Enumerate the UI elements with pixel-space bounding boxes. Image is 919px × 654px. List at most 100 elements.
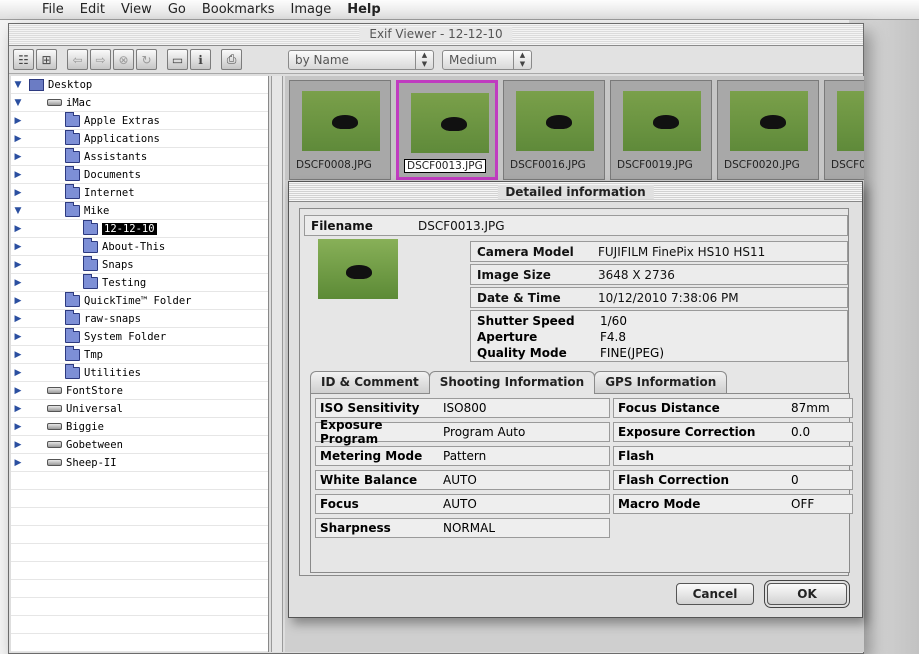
refresh-icon[interactable]: ↻ [136, 49, 157, 70]
tree-row[interactable]: ▶ Documents [11, 165, 268, 184]
tree-row[interactable]: ▶ Snaps [11, 255, 268, 274]
sort-popup[interactable]: by Name ▲ ▼ [288, 49, 434, 70]
dialog-title-bar[interactable]: Detailed information [289, 182, 862, 202]
tree-row[interactable]: ▶ raw-snaps [11, 309, 268, 328]
empty-row [11, 490, 268, 508]
ok-button[interactable]: OK [767, 583, 847, 605]
disclosure-closed-icon[interactable]: ▶ [11, 422, 25, 432]
shutter-speed-value: 1/60 [600, 314, 627, 328]
menu-help[interactable]: Help [339, 2, 388, 17]
thumbnail[interactable]: DSCF0026.JPG [824, 80, 864, 180]
tree-row[interactable]: ▶ Testing [11, 273, 268, 292]
thumbnail[interactable]: DSCF0019.JPG [610, 80, 712, 180]
thumbnail-filename: DSCF0016.JPG [510, 159, 586, 171]
tab-id-comment[interactable]: ID & Comment [310, 371, 430, 393]
tree-row[interactable]: ▼ Mike [11, 201, 268, 220]
image-size-value: 3648 X 2736 [598, 267, 675, 282]
shooting-field-label: Focus [320, 497, 359, 511]
tab-gps-information[interactable]: GPS Information [594, 371, 728, 393]
disclosure-closed-icon[interactable]: ▶ [11, 278, 25, 288]
tree-row[interactable]: ▼ Desktop [11, 76, 268, 94]
thumbnail[interactable]: DSCF0016.JPG [503, 80, 605, 180]
cancel-button[interactable]: Cancel [676, 583, 754, 605]
menu-edit[interactable]: Edit [72, 2, 113, 17]
shooting-field: Focus AUTO [315, 494, 610, 514]
shooting-field-label: Flash Correction [618, 473, 730, 487]
disclosure-open-icon[interactable]: ▼ [11, 98, 25, 108]
tree-row[interactable]: ▶ Assistants [11, 147, 268, 166]
tree-row[interactable]: ▶ About-This [11, 237, 268, 256]
filename-field: Filename DSCF0013.JPG [304, 215, 848, 236]
disclosure-closed-icon[interactable]: ▶ [11, 386, 25, 396]
tree-row-label: Testing [102, 276, 147, 289]
disclosure-closed-icon[interactable]: ▶ [11, 350, 25, 360]
tab-shooting-information[interactable]: Shooting Information [428, 371, 596, 394]
menu-go[interactable]: Go [160, 2, 194, 17]
disclosure-closed-icon[interactable]: ▶ [11, 170, 25, 180]
tree-row-label: QuickTime™ Folder [84, 294, 192, 307]
tree-row-label: Internet [84, 186, 135, 199]
disclosure-open-icon[interactable]: ▼ [11, 80, 25, 90]
tree-row[interactable]: ▶ Internet [11, 183, 268, 202]
info-icon[interactable]: ℹ [190, 49, 211, 70]
disclosure-closed-icon[interactable]: ▶ [11, 332, 25, 342]
disclosure-closed-icon[interactable]: ▶ [11, 152, 25, 162]
thumbnail[interactable]: DSCF0008.JPG [289, 80, 391, 180]
tree-row[interactable]: ▶ Biggie [11, 418, 268, 436]
print-icon[interactable]: ⎙ [221, 49, 242, 70]
back-arrow-icon[interactable]: ⇦ [67, 49, 88, 70]
window-title-bar[interactable]: Exif Viewer - 12-12-10 [9, 24, 863, 46]
disclosure-closed-icon[interactable]: ▶ [11, 404, 25, 414]
tree-row-label: Utilities [84, 366, 141, 379]
tree-row[interactable]: ▶ Utilities [11, 363, 268, 382]
tree-row[interactable]: ▶ Gobetween [11, 436, 268, 454]
slideshow-icon[interactable]: ▭ [167, 49, 188, 70]
grid-view-icon[interactable]: ⊞ [36, 49, 57, 70]
thumbnail-filename[interactable]: DSCF0013.JPG [404, 159, 486, 173]
disclosure-closed-icon[interactable]: ▶ [11, 314, 25, 324]
tree-row[interactable]: ▶ Tmp [11, 345, 268, 364]
disclosure-closed-icon[interactable]: ▶ [11, 188, 25, 198]
shooting-field: Focus Distance 87mm [613, 398, 853, 418]
camera-model-value: FUJIFILM FinePix HS10 HS11 [598, 244, 766, 259]
pane-splitter[interactable] [271, 76, 283, 652]
tree-row[interactable]: ▶ Applications [11, 129, 268, 148]
tree-row[interactable]: ▼ iMac [11, 94, 268, 112]
tree-row[interactable]: ▶ FontStore [11, 382, 268, 400]
forward-arrow-icon[interactable]: ⇨ [90, 49, 111, 70]
disclosure-closed-icon[interactable]: ▶ [11, 440, 25, 450]
disclosure-closed-icon[interactable]: ▶ [11, 224, 25, 234]
tree-row[interactable]: ▶ System Folder [11, 327, 268, 346]
menu-view[interactable]: View [113, 2, 160, 17]
tree-row[interactable]: ▶ 12-12-10 [11, 219, 268, 238]
disclosure-closed-icon[interactable]: ▶ [11, 242, 25, 252]
thumbnail[interactable]: DSCF0020.JPG [717, 80, 819, 180]
tree-row-label: Tmp [84, 348, 103, 361]
disclosure-closed-icon[interactable]: ▶ [11, 296, 25, 306]
tree-row[interactable]: ▶ Apple Extras [11, 111, 268, 130]
disclosure-closed-icon[interactable]: ▶ [11, 368, 25, 378]
disclosure-closed-icon[interactable]: ▶ [11, 116, 25, 126]
shooting-field-label: Sharpness [320, 521, 391, 535]
menu-bookmarks[interactable]: Bookmarks [194, 2, 283, 17]
thumbnail-size-popup[interactable]: Medium ▲ ▼ [442, 49, 532, 70]
list-view-icon[interactable]: ☷ [13, 49, 34, 70]
disclosure-closed-icon[interactable]: ▶ [11, 134, 25, 144]
thumbnail-image [516, 91, 594, 151]
stop-icon[interactable]: ⊗ [113, 49, 134, 70]
tree-row[interactable]: ▶ Sheep-II [11, 454, 268, 472]
camera-model-label: Camera Model [477, 244, 574, 259]
menu-image[interactable]: Image [282, 2, 339, 17]
thumbnail[interactable]: DSCF0013.JPG [396, 80, 498, 180]
tree-row[interactable]: ▶ QuickTime™ Folder [11, 291, 268, 310]
tree-row[interactable]: ▶ Universal [11, 400, 268, 418]
tree-row-label: Assistants [84, 150, 148, 163]
disclosure-closed-icon[interactable]: ▶ [11, 458, 25, 468]
thumbnail-filename: DSCF0008.JPG [296, 159, 372, 171]
disclosure-closed-icon[interactable]: ▶ [11, 260, 25, 270]
disclosure-open-icon[interactable]: ▼ [11, 206, 25, 216]
menu-file[interactable]: File [34, 2, 72, 17]
bird-shape [346, 265, 372, 279]
empty-row [11, 616, 268, 634]
folder-icon [65, 201, 80, 217]
